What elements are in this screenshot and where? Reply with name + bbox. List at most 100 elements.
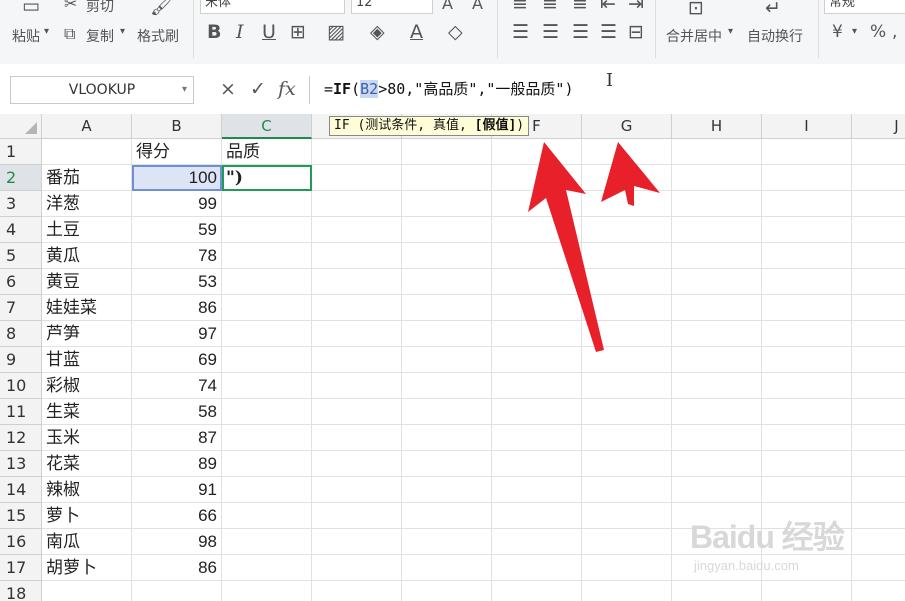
grid-cell[interactable] (582, 295, 672, 321)
grid-cell[interactable] (672, 139, 762, 165)
grid-cell[interactable]: 彩椒 (42, 373, 132, 399)
grid-cell[interactable] (402, 269, 492, 295)
grid-cell[interactable] (762, 321, 852, 347)
grid-cell[interactable] (672, 425, 762, 451)
grid-cell[interactable] (492, 139, 582, 165)
grid-cell[interactable] (852, 165, 905, 191)
grid-cell[interactable]: 99 (132, 191, 222, 217)
grid-cell[interactable] (672, 451, 762, 477)
grid-cell[interactable]: 萝卜 (42, 503, 132, 529)
grid-cell[interactable]: 芦笋 (42, 321, 132, 347)
grid-cell[interactable] (492, 347, 582, 373)
grid-cell[interactable] (402, 529, 492, 555)
cancel-icon[interactable]: × (220, 78, 236, 100)
grid-cell[interactable] (402, 399, 492, 425)
grid-cell[interactable] (312, 425, 402, 451)
grid-cell[interactable] (672, 581, 762, 601)
select-all-corner[interactable] (0, 114, 42, 139)
grid-cell[interactable]: 69 (132, 347, 222, 373)
grid-cell[interactable] (222, 581, 312, 601)
grid-cell[interactable]: 98 (132, 529, 222, 555)
grid-cell[interactable] (222, 399, 312, 425)
format-painter-button[interactable]: 格式刷 (137, 26, 179, 46)
grid-cell[interactable] (402, 347, 492, 373)
grid-cell[interactable] (852, 477, 905, 503)
grid-cell[interactable] (672, 243, 762, 269)
grid-cell[interactable] (222, 243, 312, 269)
grid-cell[interactable] (312, 451, 402, 477)
grid-cell[interactable] (492, 581, 582, 601)
grid-cell[interactable] (492, 191, 582, 217)
grid-cell[interactable] (402, 477, 492, 503)
currency-dropdown-icon[interactable]: ▾ (852, 26, 857, 37)
row-header[interactable]: 18 (0, 581, 42, 601)
grid-cell[interactable] (492, 269, 582, 295)
grid-cell[interactable] (402, 425, 492, 451)
grid-cell[interactable] (312, 269, 402, 295)
grid-cell[interactable] (312, 165, 402, 191)
grid-cell[interactable]: 86 (132, 555, 222, 581)
grid-cell[interactable] (312, 399, 402, 425)
justify-icon[interactable]: ☰ (600, 22, 617, 42)
grid-cell[interactable] (222, 347, 312, 373)
grid-cell[interactable] (852, 269, 905, 295)
grid-cell[interactable] (852, 451, 905, 477)
row-header[interactable]: 16 (0, 529, 42, 555)
grid-cell[interactable]: 66 (132, 503, 222, 529)
grid-cell[interactable]: 74 (132, 373, 222, 399)
grid-cell[interactable]: 甘蓝 (42, 347, 132, 373)
grid-cell[interactable] (492, 217, 582, 243)
row-header[interactable]: 14 (0, 477, 42, 503)
grid-cell[interactable] (222, 555, 312, 581)
grid-cell[interactable] (312, 529, 402, 555)
grid-cell[interactable] (582, 165, 672, 191)
grid-cell[interactable]: 得分 (132, 139, 222, 165)
border-icon[interactable]: ⊞ (290, 22, 306, 42)
grid-cell[interactable]: 洋葱 (42, 191, 132, 217)
row-header[interactable]: 6 (0, 269, 42, 295)
grid-cell[interactable] (762, 243, 852, 269)
grid-cell[interactable]: 黄瓜 (42, 243, 132, 269)
grid-cell[interactable] (222, 217, 312, 243)
format-painter-icon[interactable]: 🖌 (150, 0, 174, 16)
grid-cell[interactable] (312, 347, 402, 373)
grid-cell[interactable] (852, 295, 905, 321)
grid-cell[interactable] (222, 503, 312, 529)
grid-cell[interactable]: 97 (132, 321, 222, 347)
paste-dropdown-icon[interactable]: ▾ (44, 26, 49, 37)
row-header[interactable]: 7 (0, 295, 42, 321)
row-header[interactable]: 4 (0, 217, 42, 243)
grid-cell[interactable] (312, 243, 402, 269)
grid-cell[interactable] (852, 503, 905, 529)
grid-cell[interactable] (402, 295, 492, 321)
grid-cell[interactable] (852, 555, 905, 581)
fill-pattern-icon[interactable]: ▨ (327, 22, 345, 42)
grid-cell[interactable]: 86 (132, 295, 222, 321)
row-header[interactable]: 11 (0, 399, 42, 425)
grid-cell[interactable] (42, 139, 132, 165)
name-box[interactable]: VLOOKUP ▾ (10, 76, 194, 104)
grid-cell[interactable] (762, 165, 852, 191)
grid-cell[interactable] (402, 503, 492, 529)
grid-cell[interactable] (762, 451, 852, 477)
grid-cell[interactable] (582, 529, 672, 555)
merge-dropdown-icon[interactable]: ▾ (728, 26, 733, 37)
grid-cell[interactable] (762, 347, 852, 373)
grid-cell[interactable]: 58 (132, 399, 222, 425)
grid-cell[interactable]: 娃娃菜 (42, 295, 132, 321)
grid-cell[interactable] (312, 477, 402, 503)
grid-cell[interactable] (852, 191, 905, 217)
italic-icon[interactable]: I (236, 22, 244, 42)
grid-cell[interactable] (582, 555, 672, 581)
grid-cell[interactable] (492, 503, 582, 529)
grid-cell[interactable] (852, 243, 905, 269)
grid-cell[interactable]: 78 (132, 243, 222, 269)
grid-cell[interactable] (672, 217, 762, 243)
grid-cell[interactable] (312, 191, 402, 217)
grid-cell[interactable] (672, 269, 762, 295)
comma-style-icon[interactable]: , (892, 22, 897, 42)
currency-icon[interactable]: ¥ (832, 22, 843, 42)
grid-cell[interactable] (762, 217, 852, 243)
grid-cell[interactable]: 花菜 (42, 451, 132, 477)
grid-cell[interactable]: 番茄 (42, 165, 132, 191)
